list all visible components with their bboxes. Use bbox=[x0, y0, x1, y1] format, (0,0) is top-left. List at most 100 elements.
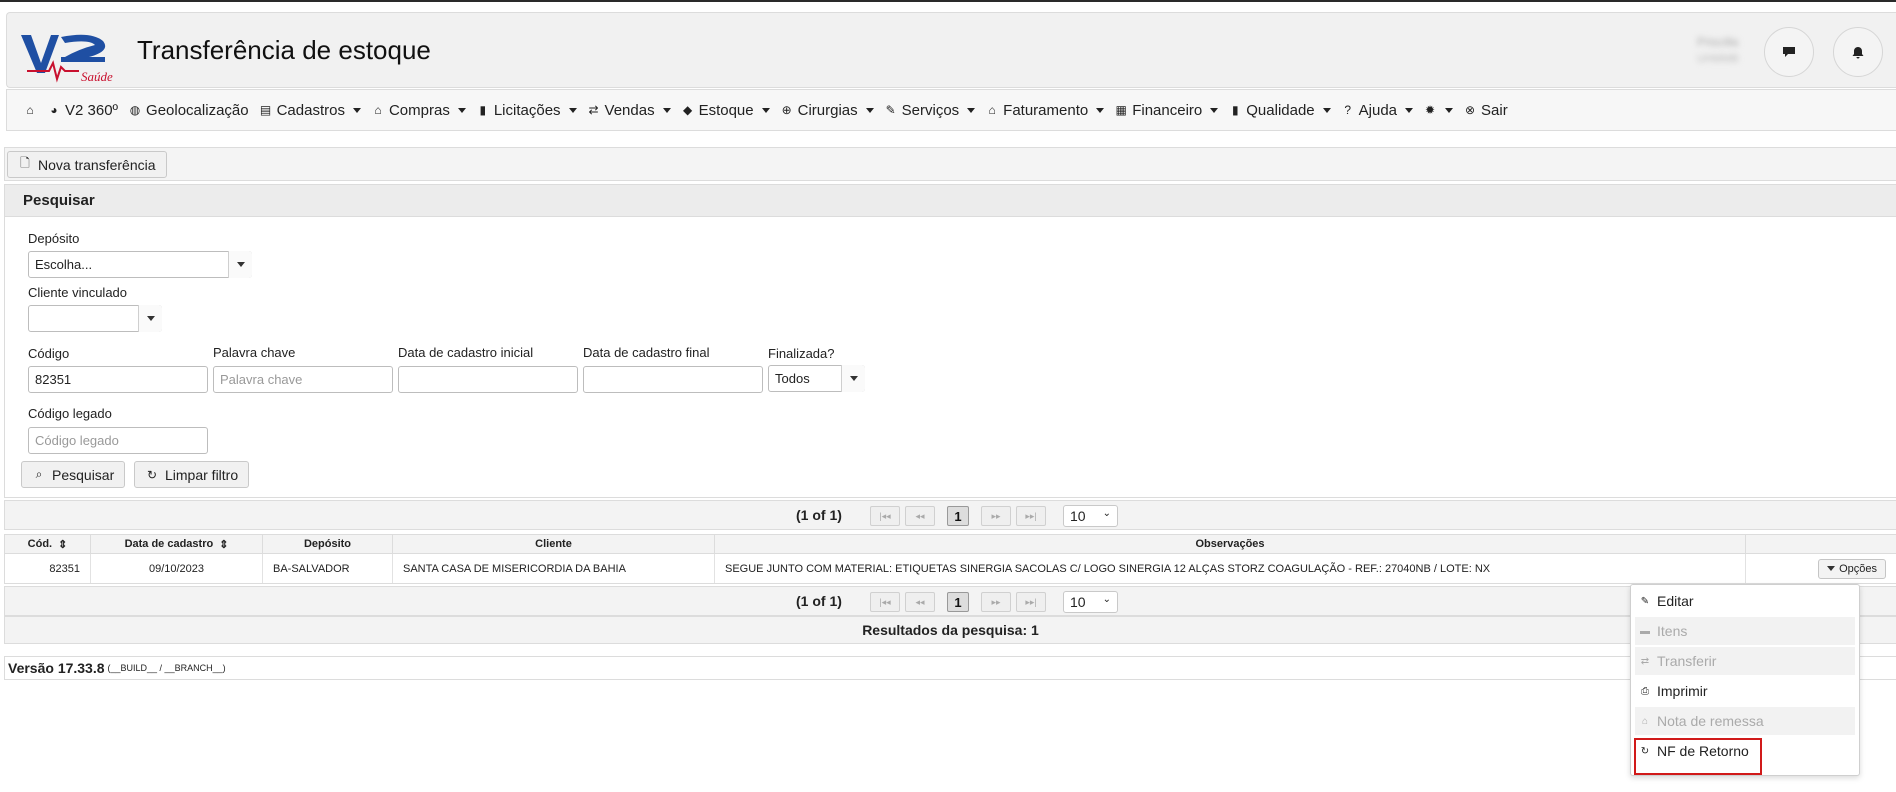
menu-item-gear[interactable]: ✹ bbox=[1423, 103, 1454, 117]
last-page-button[interactable]: ▸▸| bbox=[1016, 506, 1046, 526]
svg-text:Saúde: Saúde bbox=[81, 69, 113, 84]
rows-per-page-value: 10 bbox=[1070, 508, 1086, 524]
build-label: (__BUILD__ / __BRANCH__) bbox=[107, 663, 226, 673]
col-data-cadastro[interactable]: Data de cadastro ⇕ bbox=[91, 535, 263, 553]
menu-label: Vendas bbox=[604, 101, 655, 119]
clear-filter-label: Limpar filtro bbox=[165, 466, 239, 483]
page-number-button[interactable]: 1 bbox=[947, 592, 969, 612]
close-circle-icon: ⊗ bbox=[1465, 103, 1476, 117]
highlight-box bbox=[1634, 738, 1762, 775]
results-count: Resultados da pesquisa: 1 bbox=[4, 616, 1896, 644]
palavra-input[interactable]: Palavra chave bbox=[213, 366, 393, 393]
pencil-icon: ✎ bbox=[1640, 595, 1650, 607]
tag-icon: ◆ bbox=[682, 103, 693, 117]
menu-item-v2-360-[interactable]: ◕ V2 360º bbox=[47, 102, 118, 119]
options-button[interactable]: Opções bbox=[1818, 558, 1886, 579]
menu-item-ajuda[interactable]: ? Ajuda bbox=[1341, 101, 1414, 119]
menu-item-home[interactable]: ⌂ bbox=[23, 103, 37, 117]
gear-icon: ✹ bbox=[1425, 103, 1436, 117]
caret-down-icon bbox=[865, 107, 874, 113]
chevron-down-icon: ⌄ bbox=[1102, 594, 1111, 605]
caret-down-icon bbox=[967, 107, 976, 113]
bag-icon: ⌂ bbox=[1641, 715, 1649, 727]
notifications-button[interactable] bbox=[1833, 27, 1883, 77]
calculator-icon: ▦ bbox=[1115, 103, 1127, 117]
menu-item-geolocaliza-o[interactable]: ◍ Geolocalização bbox=[128, 102, 249, 119]
chat-icon bbox=[1783, 47, 1795, 57]
menu-item-nota-remessa: ⌂ Nota de remessa bbox=[1635, 707, 1855, 735]
table-row[interactable]: 82351 09/10/2023 BA-SALVADOR SANTA CASA … bbox=[4, 554, 1896, 584]
chevron-down-icon[interactable] bbox=[228, 251, 252, 278]
first-page-button[interactable]: |◂◂ bbox=[870, 506, 900, 526]
col-codigo[interactable]: Cód. ⇕ bbox=[5, 535, 91, 553]
options-label: Opções bbox=[1839, 562, 1877, 575]
menu-item-imprimir[interactable]: ⎙ Imprimir bbox=[1635, 677, 1855, 705]
menu-item-faturamento[interactable]: ⌂ Faturamento bbox=[985, 102, 1105, 119]
legado-input[interactable]: Código legado bbox=[28, 427, 208, 454]
first-page-button[interactable]: |◂◂ bbox=[870, 592, 900, 612]
menu-item-compras[interactable]: ⌂ Compras bbox=[371, 102, 466, 119]
search-button[interactable]: ⌕ Pesquisar bbox=[21, 461, 126, 488]
menu-item-cirurgias[interactable]: ⊕ Cirurgias bbox=[780, 102, 874, 119]
bag-icon: ⌂ bbox=[374, 103, 382, 117]
menu-label: Compras bbox=[388, 101, 450, 119]
version-label: Versão 17.33.8 bbox=[8, 660, 105, 676]
col-observacoes: Observações bbox=[715, 535, 1746, 553]
menu-item-estoque[interactable]: ◆ Estoque bbox=[681, 102, 770, 119]
clear-filter-button[interactable]: ↻ Limpar filtro bbox=[134, 461, 250, 488]
deposito-select[interactable]: Escolha... bbox=[28, 251, 252, 278]
book-icon: ▮ bbox=[479, 103, 487, 117]
rows-per-page-select[interactable]: 10 ⌄ bbox=[1063, 505, 1118, 527]
menu-item-qualidade[interactable]: ▮ Qualidade bbox=[1228, 102, 1331, 119]
menu-label: Cadastros bbox=[276, 101, 345, 119]
rows-per-page-select[interactable]: 10 ⌄ bbox=[1063, 591, 1118, 613]
menu-item-vendas[interactable]: ⇄ Vendas bbox=[587, 102, 671, 119]
user-subtitle: UHMMB bbox=[1697, 53, 1739, 65]
caret-down-icon bbox=[761, 107, 770, 113]
caret-down-icon bbox=[457, 107, 466, 113]
top-border bbox=[0, 0, 1896, 2]
page-number-button[interactable]: 1 bbox=[947, 506, 969, 526]
prev-page-button[interactable]: ◂◂ bbox=[905, 506, 935, 526]
last-page-button[interactable]: ▸▸| bbox=[1016, 592, 1046, 612]
next-page-button[interactable]: ▸▸ bbox=[981, 506, 1011, 526]
finalizada-select[interactable]: Todos bbox=[768, 365, 865, 392]
menu-item-servi-os[interactable]: ✎ Serviços bbox=[884, 102, 976, 119]
caret-down-icon bbox=[1210, 107, 1219, 113]
palavra-label: Palavra chave bbox=[213, 345, 296, 360]
rows-per-page-value: 10 bbox=[1070, 594, 1086, 610]
book-icon: ▮ bbox=[1231, 103, 1239, 117]
new-transfer-button[interactable]: 🗋 Nova transferência bbox=[7, 151, 167, 178]
chevron-down-icon[interactable] bbox=[841, 365, 865, 392]
menu-item-financeiro[interactable]: ▦ Financeiro bbox=[1114, 102, 1219, 119]
caret-down-icon bbox=[1322, 107, 1331, 113]
chat-button[interactable] bbox=[1764, 27, 1814, 77]
menu-label: Ajuda bbox=[1358, 101, 1398, 119]
prev-page-button[interactable]: ◂◂ bbox=[905, 592, 935, 612]
next-page-button[interactable]: ▸▸ bbox=[981, 592, 1011, 612]
menu-label: Estoque bbox=[698, 101, 754, 119]
chevron-down-icon[interactable] bbox=[138, 305, 162, 332]
home-icon: ⌂ bbox=[26, 103, 34, 117]
page-summary: (1 of 1) bbox=[796, 593, 842, 609]
cliente-select[interactable] bbox=[28, 305, 162, 332]
caret-down-icon bbox=[1445, 107, 1454, 113]
data-inicial-input[interactable] bbox=[398, 366, 578, 393]
data-final-input[interactable] bbox=[583, 366, 763, 393]
chevron-down-icon: ⌄ bbox=[1102, 508, 1111, 519]
menu-item-cadastros[interactable]: ▤ Cadastros bbox=[259, 102, 361, 119]
col-deposito: Depósito bbox=[263, 535, 393, 553]
page-title: Transferência de estoque bbox=[137, 35, 431, 65]
cell-codigo: 82351 bbox=[5, 554, 91, 583]
menu-label: Serviços bbox=[901, 101, 960, 119]
menu-item-transferir: ⇄ Transferir bbox=[1635, 647, 1855, 675]
menu-label: Licitações bbox=[493, 101, 561, 119]
menu-item-editar[interactable]: ✎ Editar bbox=[1635, 587, 1855, 615]
menu-item-sair[interactable]: ⊗ Sair bbox=[1463, 102, 1508, 119]
legado-label: Código legado bbox=[28, 406, 112, 421]
codigo-input[interactable]: 82351 bbox=[28, 366, 208, 393]
menu-item-licita-es[interactable]: ▮ Licitações bbox=[476, 102, 577, 119]
results-table: Cód. ⇕ Data de cadastro ⇕ Depósito Cliente… bbox=[4, 534, 1896, 584]
refresh-icon: ↻ bbox=[146, 467, 158, 482]
user-name: Priscilla bbox=[1697, 35, 1739, 49]
